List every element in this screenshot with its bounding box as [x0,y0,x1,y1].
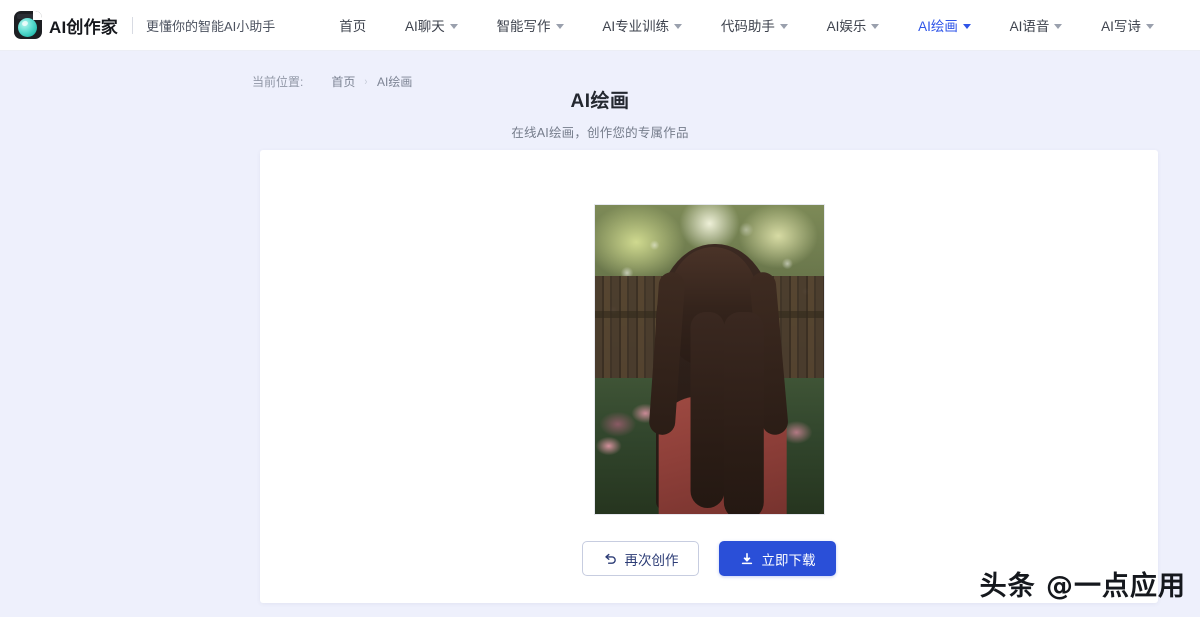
nav-item-label: AI聊天 [405,19,445,34]
chevron-down-icon [871,23,880,29]
brand-divider [132,16,133,34]
breadcrumb-link-home[interactable]: 首页 [331,73,355,90]
nav-item-ai-painting[interactable]: AI绘画 [916,11,973,39]
nav-menu: 首页 AI聊天 智能写作 AI专业训练 代码助手 AI娱乐 AI绘画 AI语音 [275,11,1200,39]
brand-tagline: 更懂你的智能AI小助手 [146,18,276,34]
chevron-down-icon [1054,23,1063,29]
brand-name: AI创作家 [49,17,118,37]
nav-item-code-assistant[interactable]: 代码助手 [719,11,790,39]
artwork-portrait-subject [640,233,790,514]
nav-item-label: AI娱乐 [826,19,867,34]
nav-item-label: 代码助手 [720,19,775,34]
brand-logo[interactable]: AI创作家 [14,11,118,39]
camera-logo-icon [14,11,42,39]
page-subtitle: 在线AI绘画，创作您的专属作品 [511,126,689,140]
nav-item-label: 智能写作 [496,19,551,34]
nav-item-home[interactable]: 首页 [337,11,368,39]
nav-item-ai-voice[interactable]: AI语音 [1008,11,1065,39]
nav-item-ai-chat[interactable]: AI聊天 [403,11,460,39]
nav-item-label: AI写诗 [1101,19,1141,34]
breadcrumb-current: AI绘画 [377,75,413,89]
nav-item-smart-writing[interactable]: 智能写作 [495,11,566,39]
download-button[interactable]: 立即下载 [719,541,836,576]
nav-item-ai-entertainment[interactable]: AI娱乐 [825,11,882,39]
nav-item-label: AI语音 [1009,19,1050,34]
chevron-right-icon: › [364,75,368,88]
undo-arrow-icon [604,553,616,564]
chevron-down-icon [779,23,788,29]
generation-result-area: 再次创作 立即下载 [260,150,1158,576]
chevron-down-icon [449,23,458,29]
chevron-down-icon [1145,23,1154,29]
nav-item-ai-poetry[interactable]: AI写诗 [1099,11,1156,39]
nav-item-label: AI绘画 [918,19,958,34]
watermark: 头条 @一点应用 [979,571,1186,602]
action-button-group: 再次创作 立即下载 [582,541,836,576]
chevron-down-icon [555,23,564,29]
regenerate-button-label: 再次创作 [624,552,679,568]
generated-artwork-image[interactable] [593,204,825,515]
nav-item-label: AI专业训练 [602,19,670,34]
download-button-label: 立即下载 [761,552,816,568]
nav-item-ai-training[interactable]: AI专业训练 [600,11,684,39]
nav-item-label: 首页 [339,19,367,34]
regenerate-button[interactable]: 再次创作 [582,541,699,576]
page-title: AI绘画 [570,91,630,112]
breadcrumb: 当前位置: 首页 › AI绘画 [252,73,412,90]
page-header: AI绘画 在线AI绘画，创作您的专属作品 [0,86,1200,141]
download-icon [741,552,752,564]
chevron-down-icon [962,23,971,29]
top-navigation-bar: AI创作家 更懂你的智能AI小助手 首页 AI聊天 智能写作 AI专业训练 代码… [0,0,1200,51]
breadcrumb-label: 当前位置: [252,75,304,89]
chevron-down-icon [674,23,683,29]
content-card: 再次创作 立即下载 [260,150,1158,603]
